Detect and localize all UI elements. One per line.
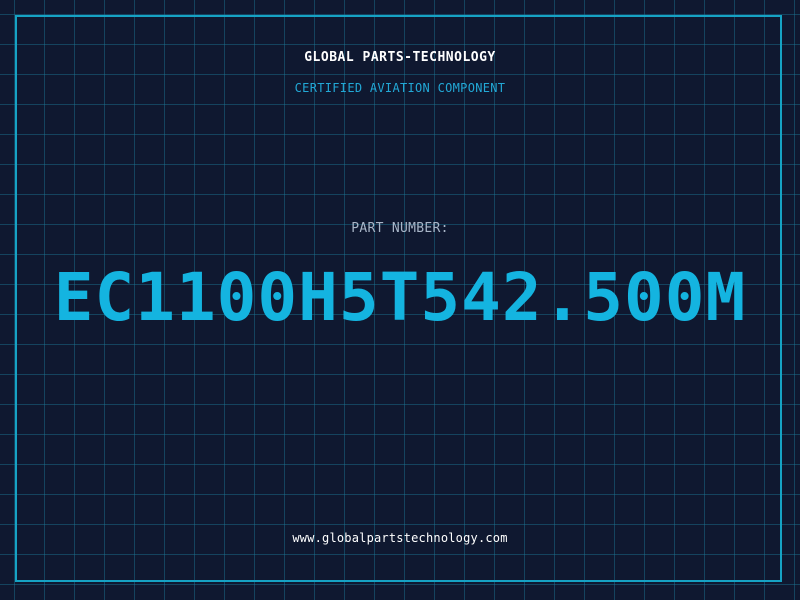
part-number-value: EC1100H5T542.500M (53, 259, 747, 336)
certification-tagline: CERTIFIED AVIATION COMPONENT (294, 81, 506, 95)
part-number-label: PART NUMBER: (351, 221, 449, 236)
part-label-card: GLOBAL PARTS-TECHNOLOGY CERTIFIED AVIATI… (0, 0, 800, 600)
brand-name: GLOBAL PARTS-TECHNOLOGY (304, 50, 496, 65)
website-url: www.globalpartstechnology.com (292, 531, 508, 545)
